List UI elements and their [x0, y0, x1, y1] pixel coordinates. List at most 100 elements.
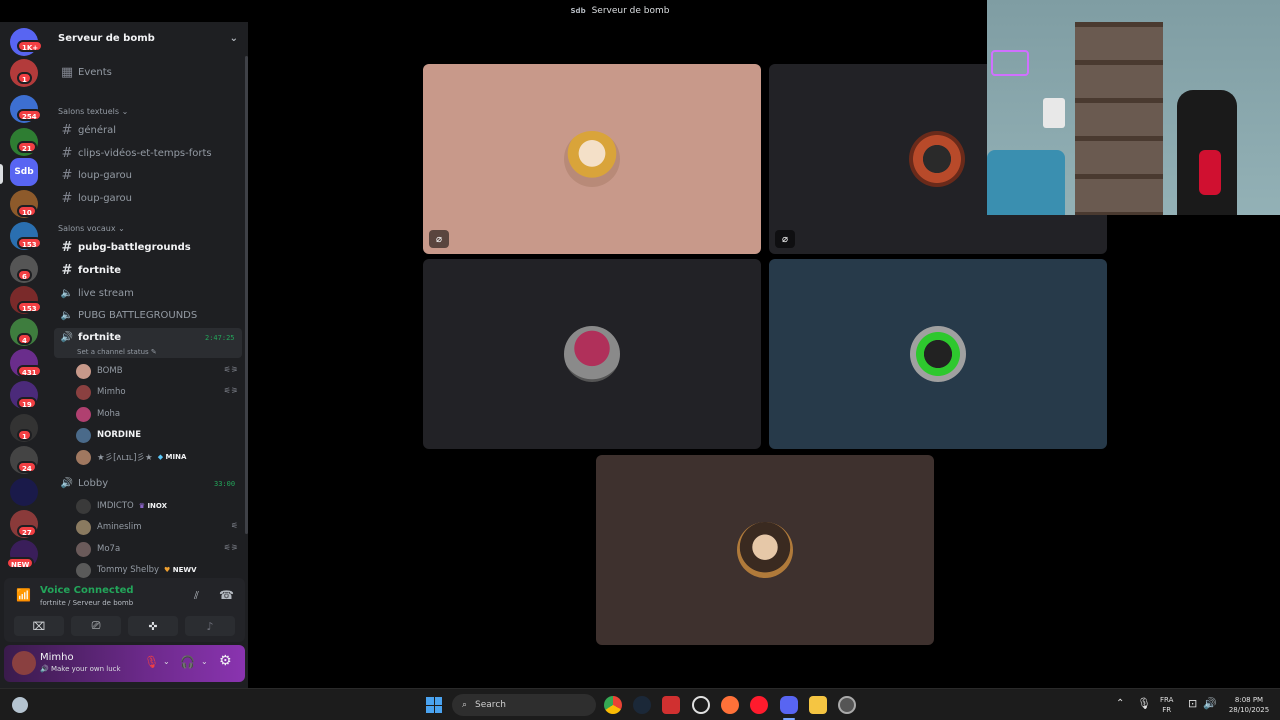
username: IMDICTO	[97, 501, 134, 511]
server-icon-sdb[interactable]: Sdb	[10, 158, 38, 186]
camera-off-icon: ⌧	[32, 619, 46, 633]
text-channel[interactable]: # clips-vidéos-et-temps-forts	[54, 143, 242, 163]
voice-user[interactable]: NORDINE	[76, 426, 141, 444]
screen-share-icon: ⎚	[91, 619, 101, 632]
disconnect-icon[interactable]: ☎	[219, 588, 234, 602]
network-icon[interactable]: ⊡	[1188, 697, 1197, 710]
camera-off-icon: ⌀	[429, 230, 449, 248]
headphones-deafened-icon[interactable]: 🎧	[180, 655, 195, 669]
avatar	[76, 449, 91, 465]
voice-connected-title[interactable]: Voice Connected	[40, 585, 134, 596]
server-icon[interactable]	[10, 478, 38, 506]
voice-channel[interactable]: 🔈 live stream	[54, 283, 242, 303]
soundboard-button[interactable]: ♪	[185, 616, 235, 636]
firefox-icon[interactable]	[721, 696, 739, 714]
server-header[interactable]: Serveur de bomb ⌄	[48, 22, 248, 54]
voice-user[interactable]: Tommy Shelby ♥ NEWV	[76, 561, 197, 579]
webcam-overlay[interactable]	[987, 0, 1280, 215]
start-tile	[426, 705, 434, 713]
avatar	[76, 363, 91, 379]
category-text-channels[interactable]: Salons textuels ⌄	[58, 107, 128, 116]
app-icon[interactable]	[838, 696, 856, 714]
video-tile[interactable]	[423, 259, 761, 449]
username: Moha	[97, 409, 121, 419]
video-tile[interactable]	[596, 455, 934, 645]
taskbar-search[interactable]: ⌕ Search	[452, 694, 596, 716]
video-tile[interactable]: ⌀	[423, 64, 761, 254]
opera-icon[interactable]	[750, 696, 768, 714]
noise-suppression-icon[interactable]: ⫽	[194, 589, 199, 603]
chevron-up-icon[interactable]: ⌃	[1116, 698, 1124, 709]
window-title: Sdb Serveur de bomb	[250, 0, 990, 22]
text-channel[interactable]: # loup-garou	[54, 165, 242, 185]
text-channel[interactable]: # loup-garou	[54, 188, 242, 208]
avatar	[564, 326, 620, 382]
weather-icon[interactable]	[12, 697, 28, 713]
selected-server-indicator	[0, 164, 3, 184]
channel-name: loup-garou	[78, 192, 133, 204]
channel-name: Lobby	[78, 477, 109, 489]
time: 8:08 PM	[1234, 696, 1264, 704]
user-tag: ♥ NEWV	[164, 566, 197, 574]
server-name: Serveur de bomb	[58, 32, 155, 44]
avatar	[76, 406, 91, 422]
chrome-icon[interactable]	[604, 696, 622, 714]
chevron-down-icon[interactable]: ⌄	[201, 657, 208, 666]
voice-user[interactable]: Mo7a	[76, 540, 120, 558]
volume-icon[interactable]: 🔊	[1203, 697, 1217, 710]
start-tile	[434, 705, 442, 713]
tag-icon: ♥	[164, 566, 171, 574]
screen-share-button[interactable]: ⎚	[71, 616, 121, 636]
clock[interactable]: 8:08 PM 28/10/2025	[1224, 695, 1274, 715]
mute-deafen-icons: ⚟⚞	[223, 386, 238, 395]
language-indicator[interactable]: FRA FR	[1160, 695, 1173, 715]
file-explorer-icon[interactable]	[809, 696, 827, 714]
username[interactable]: Mimho	[40, 652, 74, 663]
events-item[interactable]: ▦ Events	[54, 62, 242, 82]
voice-user[interactable]: IMDICTO ♛ INOX	[76, 497, 167, 515]
channel-fortnite-text[interactable]: # fortnite	[54, 260, 242, 280]
title-text: Serveur de bomb	[591, 6, 670, 16]
sidebar-scrollbar[interactable]	[245, 56, 248, 534]
voice-user[interactable]: Mimho	[76, 383, 126, 401]
voice-user[interactable]: Amineslim	[76, 518, 142, 536]
voice-connected-subtitle[interactable]: fortnite / Serveur de bomb	[40, 599, 133, 607]
channel-pubg-battlegrounds[interactable]: # pubg-battlegrounds	[54, 237, 242, 257]
username: Mo7a	[97, 544, 121, 554]
lamp	[1043, 98, 1065, 128]
app-icon[interactable]	[662, 696, 680, 714]
video-tile[interactable]	[769, 259, 1107, 449]
rail-badge: 19	[17, 397, 37, 409]
voice-user[interactable]: Moha	[76, 405, 120, 423]
channel-name: loup-garou	[78, 169, 133, 181]
gear-icon[interactable]: ⚙	[219, 653, 232, 669]
category-voice-channels[interactable]: Salons vocaux ⌄	[58, 224, 125, 233]
avatar[interactable]	[12, 651, 36, 675]
user-panel: Mimho 🔊 Make your own luck 🎙 ⌄ 🎧 ⌄ ⚙	[4, 645, 245, 682]
avatar	[564, 131, 620, 187]
discord-app: 1K+ 1 254 21 Sdb 10 153 6 153 4 431 19 1…	[0, 0, 1280, 688]
chatgpt-icon[interactable]	[692, 696, 710, 714]
microphone-icon[interactable]: 🎙	[1137, 697, 1151, 710]
avatar	[910, 326, 966, 382]
voice-channel[interactable]: 🔈 PUBG BATTLEGROUNDS	[54, 305, 242, 325]
chevron-down-icon[interactable]: ⌄	[163, 657, 170, 666]
channel-name: général	[78, 124, 117, 136]
mute-deafen-icons: ⚟⚞	[223, 365, 238, 374]
avatar	[737, 522, 793, 578]
text-channel[interactable]: # général	[54, 120, 242, 140]
camera-button[interactable]: ⌧	[14, 616, 64, 636]
steam-icon[interactable]	[633, 696, 651, 714]
neon-light	[991, 50, 1029, 76]
start-button[interactable]	[426, 697, 442, 713]
discord-icon[interactable]	[780, 696, 798, 714]
rail-badge: 153	[17, 301, 42, 313]
channel-name: fortnite	[78, 264, 122, 276]
activities-button[interactable]: ✜	[128, 616, 178, 636]
mic-muted-icon[interactable]: 🎙	[144, 655, 159, 669]
voice-user[interactable]: ★彡[ʌʟɪʟ]彡★ ◆ MINA	[76, 448, 186, 466]
username: ★彡[ʌʟɪʟ]彡★	[97, 453, 153, 463]
voice-user[interactable]: BOMB	[76, 362, 123, 380]
channel-status[interactable]: Set a channel status ✎	[77, 348, 157, 356]
rail-badge: 21	[17, 141, 37, 153]
